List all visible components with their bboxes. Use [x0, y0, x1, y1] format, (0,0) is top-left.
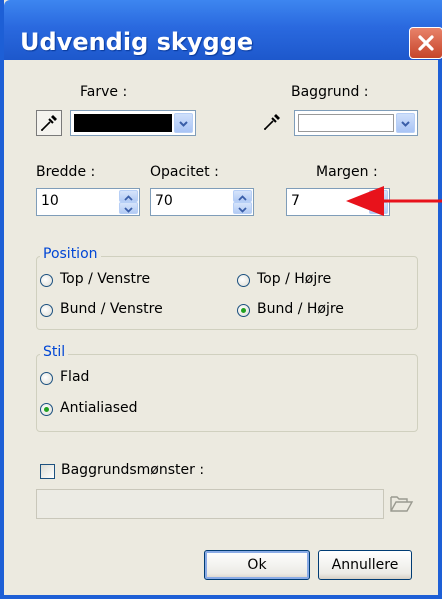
ok-button[interactable]: Ok [204, 550, 310, 580]
color-dropdown[interactable] [70, 110, 196, 136]
radio-selected-dot [241, 308, 246, 313]
spin-up-icon[interactable] [119, 190, 138, 202]
background-swatch [298, 114, 394, 132]
radio-top-right-label[interactable]: Top / Højre [257, 271, 331, 287]
close-button[interactable] [409, 27, 442, 59]
color-dropper-button[interactable] [36, 110, 62, 136]
position-group [36, 256, 418, 330]
close-icon [418, 35, 434, 51]
eyedropper-icon [264, 114, 280, 130]
radio-antialiased-label[interactable]: Antialiased [60, 400, 138, 416]
margin-value[interactable]: 7 [291, 193, 300, 209]
pattern-checkbox[interactable] [40, 464, 55, 479]
eyedropper-icon [41, 115, 57, 131]
color-label: Farve : [80, 84, 128, 100]
background-label: Baggrund : [291, 84, 369, 100]
width-label: Bredde : [36, 164, 96, 180]
radio-bottom-left-label[interactable]: Bund / Venstre [60, 301, 163, 317]
background-dropper-button[interactable] [260, 110, 286, 136]
pattern-checkbox-label[interactable]: Baggrundsmønster : [61, 462, 204, 478]
radio-antialiased[interactable] [40, 403, 53, 416]
spin-down-icon[interactable] [233, 202, 252, 214]
dialog-window: Udvendig skygge Farve : Baggrund : Bredd… [0, 0, 442, 599]
browse-folder-button[interactable] [388, 492, 416, 516]
background-dropdown[interactable] [294, 110, 418, 136]
radio-flat[interactable] [40, 372, 53, 385]
style-group-label: Stil [40, 344, 69, 360]
title-bar[interactable]: Udvendig skygge [4, 0, 442, 60]
radio-bottom-right[interactable] [237, 304, 250, 317]
opacity-spinner[interactable]: 70 [150, 188, 254, 216]
pattern-path-field [36, 489, 384, 519]
opacity-value[interactable]: 70 [155, 193, 173, 209]
width-spinner[interactable]: 10 [36, 188, 140, 216]
radio-top-right[interactable] [237, 274, 250, 287]
opacity-label: Opacitet : [150, 164, 219, 180]
radio-bottom-left[interactable] [40, 304, 53, 317]
window-title: Udvendig skygge [20, 28, 254, 56]
radio-selected-dot [44, 407, 49, 412]
width-value[interactable]: 10 [41, 193, 59, 209]
cancel-button[interactable]: Annullere [318, 550, 412, 580]
chevron-down-icon[interactable] [396, 113, 415, 133]
radio-top-left[interactable] [40, 274, 53, 287]
spin-up-icon[interactable] [233, 190, 252, 202]
chevron-down-icon[interactable] [174, 113, 193, 133]
spin-down-icon[interactable] [119, 202, 138, 214]
radio-bottom-right-label[interactable]: Bund / Højre [257, 301, 344, 317]
color-swatch [74, 114, 172, 132]
radio-flat-label[interactable]: Flad [60, 369, 89, 385]
radio-top-left-label[interactable]: Top / Venstre [60, 271, 150, 287]
style-group [36, 354, 418, 432]
red-arrow-icon [346, 186, 442, 216]
position-group-label: Position [40, 246, 101, 262]
folder-open-icon [390, 496, 414, 512]
